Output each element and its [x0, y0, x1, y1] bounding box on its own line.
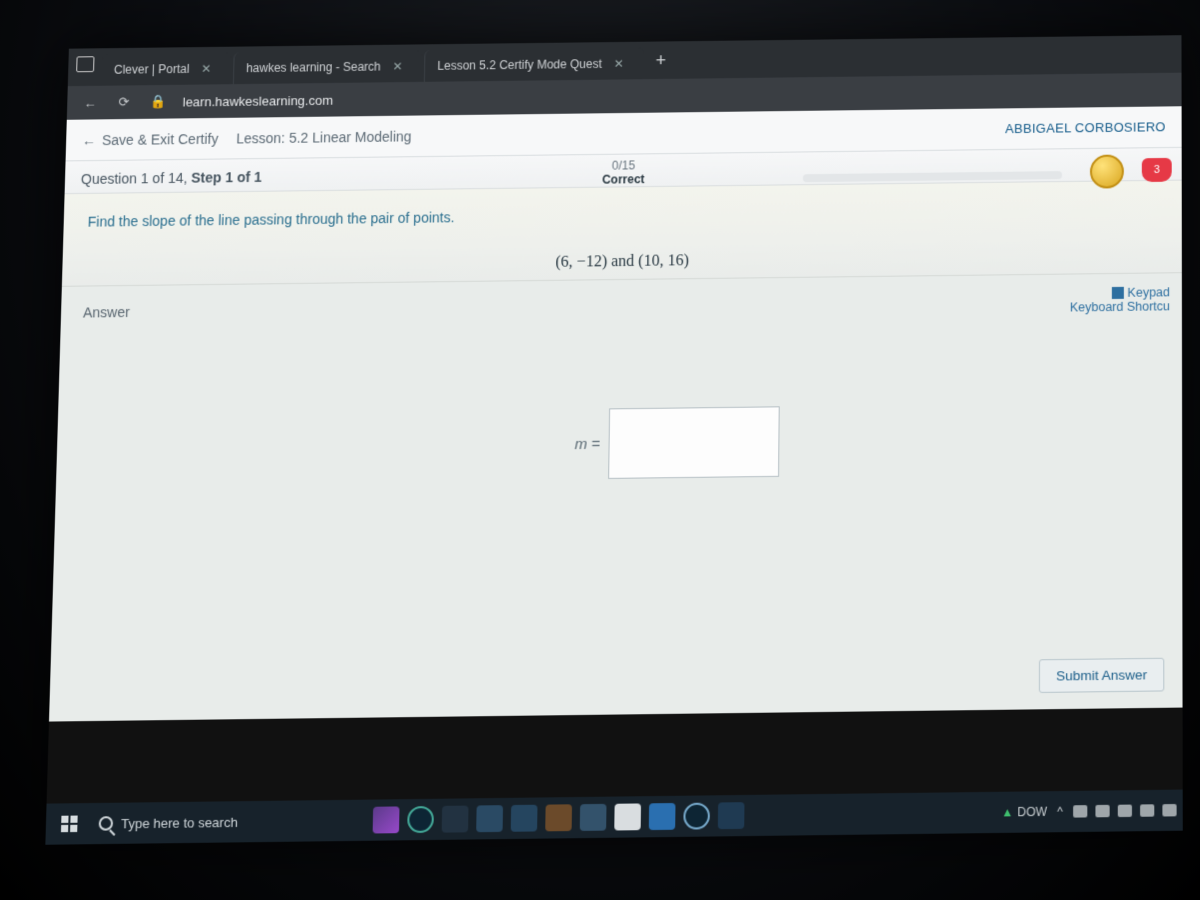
submit-answer-button[interactable]: Submit Answer — [1039, 658, 1164, 693]
save-exit-label: Save & Exit Certify — [102, 130, 219, 147]
taskbar-app-icon[interactable] — [614, 803, 641, 830]
taskbar-app-icon[interactable] — [373, 806, 400, 833]
taskbar-app-icon[interactable] — [545, 804, 572, 831]
tray-icons — [1073, 804, 1177, 818]
slope-lhs: m = — [575, 435, 601, 452]
keypad-icon — [1111, 287, 1123, 299]
windows-taskbar: Type here to search ▲ DOW ^ — [45, 790, 1182, 845]
slope-equation: m = — [574, 406, 779, 479]
problem-panel: Find the slope of the line passing throu… — [62, 181, 1182, 287]
back-arrow-icon: ← — [82, 132, 96, 148]
keyboard-shortcuts-link[interactable]: Keyboard Shortcu — [1070, 299, 1170, 314]
taskbar-app-icon[interactable] — [511, 805, 538, 832]
task-view-icon[interactable] — [442, 806, 469, 833]
save-exit-button[interactable]: ← Save & Exit Certify — [82, 130, 219, 148]
taskbar-pinned — [373, 802, 745, 833]
back-icon[interactable]: ← — [81, 94, 99, 112]
lesson-title: Lesson: 5.2 Linear Modeling — [236, 128, 412, 146]
stock-up-icon: ▲ — [1001, 805, 1013, 820]
progress-bar — [803, 171, 1062, 182]
refresh-icon[interactable]: ⟳ — [115, 93, 133, 111]
answer-panel: Answer Keypad Keyboard Shortcu m = Submi… — [49, 273, 1183, 721]
tab-lesson[interactable]: Lesson 5.2 Certify Mode Quest ✕ — [424, 48, 644, 82]
tray-icon[interactable] — [1140, 804, 1154, 817]
lock-icon: 🔒 — [149, 93, 167, 111]
taskbar-search[interactable]: Type here to search — [90, 805, 355, 839]
search-placeholder: Type here to search — [121, 814, 238, 831]
score-label: Correct — [602, 172, 645, 186]
tab-label: Lesson 5.2 Certify Mode Quest — [437, 57, 602, 73]
score-display: 0/15 Correct — [602, 158, 645, 186]
stock-widget[interactable]: ▲ DOW — [1001, 805, 1047, 820]
taskbar-app-icon[interactable] — [683, 803, 710, 830]
score-fraction: 0/15 — [602, 158, 645, 172]
slope-input[interactable] — [608, 406, 780, 479]
close-icon[interactable]: ✕ — [614, 57, 624, 71]
answer-section-label: Answer — [83, 291, 1160, 320]
lives-heart: 3 — [1142, 158, 1172, 182]
tray-icon[interactable] — [1073, 805, 1087, 818]
tab-label: Clever | Portal — [114, 62, 190, 77]
window-icon — [76, 56, 94, 72]
question-title: Question 1 of 14, Step 1 of 1 — [81, 169, 262, 187]
keypad-button[interactable]: Keypad — [1070, 285, 1170, 300]
tab-clever[interactable]: Clever | Portal ✕ — [102, 53, 232, 86]
system-tray: ▲ DOW ^ — [1001, 803, 1176, 820]
url-domain: learn.hawkeslearning.com — [183, 92, 334, 109]
tray-expand-icon[interactable]: ^ — [1057, 804, 1063, 818]
start-button[interactable] — [52, 806, 88, 841]
close-icon[interactable]: ✕ — [393, 59, 403, 73]
url-display[interactable]: learn.hawkeslearning.com — [183, 92, 334, 109]
problem-points: (6, −12) and (10, 16) — [86, 247, 1158, 278]
stock-symbol: DOW — [1017, 805, 1047, 820]
cortana-icon[interactable] — [407, 806, 434, 833]
tray-icon[interactable] — [1162, 804, 1176, 817]
tab-label: hawkes learning - Search — [246, 60, 381, 75]
taskbar-app-icon[interactable] — [476, 805, 503, 832]
taskbar-app-icon[interactable] — [718, 802, 745, 829]
user-name: ABBIGAEL CORBOSIERO — [1005, 119, 1166, 136]
search-icon — [99, 816, 114, 831]
tray-icon[interactable] — [1118, 805, 1132, 818]
taskbar-app-icon[interactable] — [580, 804, 607, 831]
problem-prompt: Find the slope of the line passing throu… — [87, 201, 1157, 230]
tab-search[interactable]: hawkes learning - Search ✕ — [233, 50, 423, 84]
taskbar-app-icon[interactable] — [649, 803, 676, 830]
answer-tools: Keypad Keyboard Shortcu — [1070, 285, 1170, 314]
screen-capture: Clever | Portal ✕ hawkes learning - Sear… — [45, 35, 1182, 845]
tray-icon[interactable] — [1095, 805, 1109, 818]
windows-logo-icon — [61, 816, 78, 833]
new-tab-button[interactable]: + — [646, 50, 677, 71]
close-icon[interactable]: ✕ — [201, 62, 211, 76]
